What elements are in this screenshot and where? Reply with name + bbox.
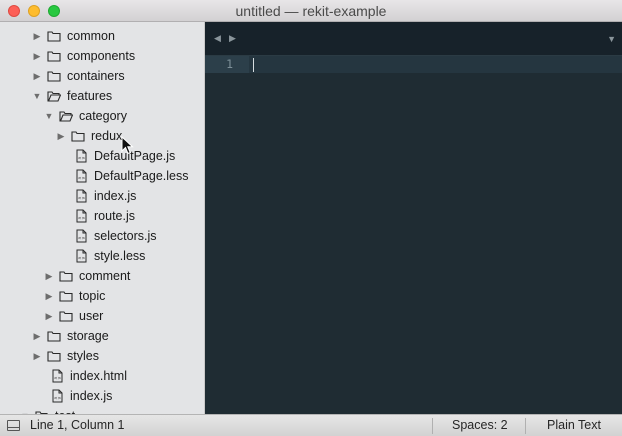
status-divider — [525, 418, 526, 434]
triangle-right-icon[interactable]: ▶ — [44, 286, 54, 306]
triangle-right-icon[interactable]: ▶ — [32, 326, 42, 346]
tree-file-row[interactable]: <> index.js — [0, 186, 204, 206]
tree-folder-row[interactable]: ▶ user — [0, 306, 204, 326]
tree-item-label: features — [67, 89, 113, 103]
svg-text:<>: <> — [78, 176, 86, 182]
file-icon: <> — [52, 369, 63, 383]
title-bar[interactable]: untitled — rekit-example — [0, 0, 622, 22]
mouse-pointer-icon — [121, 136, 134, 155]
tab-list-dropdown-icon[interactable]: ▼ — [607, 34, 616, 44]
folder-icon — [59, 311, 73, 322]
folder-open-icon — [47, 91, 61, 102]
file-icon: <> — [76, 169, 87, 183]
editor-pane[interactable]: ◀ ▶ ▼ 1 — [205, 22, 622, 414]
folder-icon — [47, 51, 61, 62]
file-icon: <> — [52, 389, 63, 403]
tree-item-label: styles — [67, 349, 99, 363]
tree-file-row[interactable]: <> selectors.js — [0, 226, 204, 246]
file-icon: <> — [76, 189, 87, 203]
triangle-right-icon[interactable]: ▶ — [44, 306, 54, 326]
tree-folder-row[interactable]: ▼ features — [0, 86, 204, 106]
tree-item-label: index.js — [94, 189, 137, 203]
triangle-right-icon[interactable]: ▶ — [56, 126, 66, 146]
triangle-down-icon[interactable]: ▼ — [44, 106, 54, 126]
folder-icon — [47, 31, 61, 42]
file-icon: <> — [76, 209, 87, 223]
triangle-right-icon[interactable]: ▶ — [32, 26, 42, 46]
tree-item-label: category — [79, 109, 127, 123]
tree-item-label: selectors.js — [94, 229, 157, 243]
folder-open-icon — [59, 111, 73, 122]
tree-item-label: test — [55, 406, 75, 414]
tree-item-label: components — [67, 49, 136, 63]
tree-folder-row[interactable]: ▼ test — [0, 406, 204, 414]
tree-item-label: topic — [79, 289, 106, 303]
folder-icon — [47, 71, 61, 82]
tree-item-label: index.html — [70, 369, 127, 383]
tree-file-row[interactable]: <> style.less — [0, 246, 204, 266]
tab-scroll-left-icon[interactable]: ◀ — [214, 33, 221, 44]
tree-folder-row[interactable]: ▶ components — [0, 46, 204, 66]
file-tree-sidebar[interactable]: ▶ common ▶ components ▶ containers ▼ features ▼ c… — [0, 22, 205, 414]
tree-folder-row[interactable]: ▼ category — [0, 106, 204, 126]
tree-folder-row[interactable]: ▶ topic — [0, 286, 204, 306]
tree-item-label: DefaultPage.less — [94, 169, 189, 183]
svg-text:<>: <> — [78, 156, 86, 162]
panel-toggle-icon[interactable] — [7, 420, 20, 431]
tree-folder-row[interactable]: ▶ common — [0, 26, 204, 46]
folder-icon — [59, 271, 73, 282]
tree-item-label: containers — [67, 69, 125, 83]
tree-file-row[interactable]: <> index.html — [0, 366, 204, 386]
tree-folder-row[interactable]: ▶ comment — [0, 266, 204, 286]
triangle-right-icon[interactable]: ▶ — [32, 346, 42, 366]
svg-text:<>: <> — [78, 256, 86, 262]
triangle-right-icon[interactable]: ▶ — [44, 266, 54, 286]
triangle-right-icon[interactable]: ▶ — [32, 66, 42, 86]
tree-folder-row[interactable]: ▶ redux — [0, 126, 204, 146]
tree-file-row[interactable]: <> DefaultPage.less — [0, 166, 204, 186]
tree-item-label: common — [67, 29, 115, 43]
svg-text:<>: <> — [78, 196, 86, 202]
window-title: untitled — rekit-example — [235, 3, 387, 19]
tree-item-label: comment — [79, 269, 131, 283]
svg-text:<>: <> — [54, 396, 62, 402]
tree-folder-row[interactable]: ▶ styles — [0, 346, 204, 366]
tree-file-row[interactable]: <> route.js — [0, 206, 204, 226]
indentation-setting[interactable]: Spaces: 2 — [452, 415, 508, 436]
svg-text:<>: <> — [78, 236, 86, 242]
tab-scroll-right-icon[interactable]: ▶ — [229, 33, 236, 44]
folder-icon — [59, 291, 73, 302]
triangle-right-icon[interactable]: ▶ — [32, 46, 42, 66]
tree-item-label: redux — [91, 129, 123, 143]
file-icon: <> — [76, 149, 87, 163]
syntax-selector[interactable]: Plain Text — [547, 415, 601, 436]
tree-file-row[interactable]: <> index.js — [0, 386, 204, 406]
app-window: untitled — rekit-example ▶ common ▶ compone… — [0, 0, 622, 436]
cursor-position: Line 1, Column 1 — [30, 418, 125, 432]
folder-icon — [47, 351, 61, 362]
triangle-down-icon[interactable]: ▼ — [32, 86, 42, 106]
tree-folder-row[interactable]: ▶ storage — [0, 326, 204, 346]
folder-icon — [71, 131, 85, 142]
status-divider — [432, 418, 433, 434]
svg-text:<>: <> — [54, 376, 62, 382]
tree-item-label: index.js — [70, 389, 113, 403]
folder-icon — [47, 331, 61, 342]
file-icon: <> — [76, 249, 87, 263]
tree-folder-row[interactable]: ▶ containers — [0, 66, 204, 86]
tree-item-label: style.less — [94, 249, 146, 263]
current-line-highlight — [205, 56, 622, 73]
tree-item-label: route.js — [94, 209, 135, 223]
file-icon: <> — [76, 229, 87, 243]
status-bar: Line 1, Column 1 Spaces: 2 Plain Text — [0, 414, 622, 436]
tab-bar: ◀ ▶ ▼ — [205, 22, 622, 56]
triangle-down-icon[interactable]: ▼ — [20, 406, 30, 414]
tree-item-label: storage — [67, 329, 109, 343]
svg-text:<>: <> — [78, 216, 86, 222]
line-number: 1 — [205, 56, 249, 73]
tree-file-row[interactable]: <> DefaultPage.js — [0, 146, 204, 166]
tree-item-label: user — [79, 309, 104, 323]
text-cursor — [253, 58, 254, 72]
